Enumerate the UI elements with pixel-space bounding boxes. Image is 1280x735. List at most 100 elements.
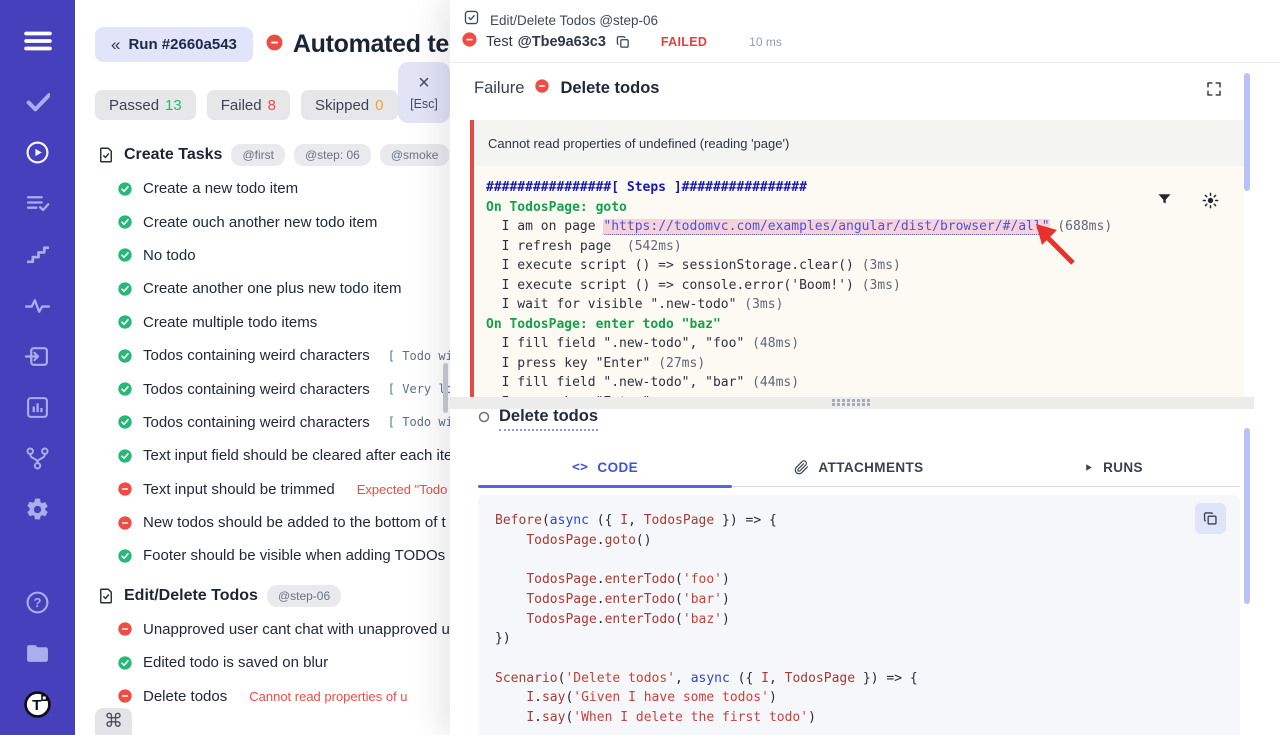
test-row[interactable]: Footer should be visible when adding TOD…	[75, 539, 450, 572]
status-passed-icon	[117, 247, 133, 263]
activity-icon[interactable]	[21, 288, 55, 322]
tab-code[interactable]: <>CODE	[478, 449, 732, 486]
close-drawer-button[interactable]: × [Esc]	[398, 62, 450, 123]
test-detail-drawer: Edit/Delete Todos @step-06 Test @Tbe9a63…	[450, 0, 1280, 735]
tab-runs[interactable]: RUNS	[986, 449, 1240, 486]
check-icon[interactable]	[21, 84, 55, 118]
copy-test-id-button[interactable]	[615, 34, 631, 50]
test-row[interactable]: Delete todosCannot read properties of u	[75, 679, 450, 712]
test-row[interactable]: Create multiple todo items	[75, 306, 450, 339]
status-passed-icon	[117, 448, 133, 464]
code-tag-icon: <>	[572, 460, 588, 475]
status-badge: FAILED	[661, 35, 707, 49]
step-line: I wait for visible ".new-todo" (3ms)	[486, 295, 1244, 315]
error-message: Cannot read properties of undefined (rea…	[488, 136, 789, 151]
stairs-icon[interactable]	[21, 237, 55, 271]
test-list: Create Tasks@first@step: 06@smoke@stoCre…	[75, 132, 450, 735]
esc-hint: [Esc]	[410, 97, 438, 111]
test-row[interactable]: Create ouch another new todo item	[75, 205, 450, 238]
test-data-note: [ Todo wit	[388, 415, 450, 429]
test-error-note: Expected "Todo wi	[357, 482, 450, 497]
test-row[interactable]: New todos should be added to the bottom …	[75, 506, 450, 539]
bar-chart-icon[interactable]	[21, 390, 55, 424]
step-line: I execute script () => console.error('Bo…	[486, 276, 1244, 296]
breadcrumb[interactable]: Edit/Delete Todos @step-06	[463, 9, 658, 31]
playlist-check-icon[interactable]	[21, 186, 55, 220]
step-url-link[interactable]: "https://todomvc.com/examples/angular/di…	[603, 219, 1049, 235]
suite-name: Edit/Delete Todos	[124, 587, 258, 605]
chevron-double-left-icon: «	[111, 35, 120, 55]
code-line: Scenario('Delete todos', async ({ I, Tod…	[495, 669, 1240, 689]
fullscreen-icon[interactable]	[1205, 80, 1223, 101]
status-passed-icon	[117, 214, 133, 230]
run-failed-icon	[265, 33, 284, 57]
test-row[interactable]: Edited todo is saved on blur	[75, 646, 450, 679]
tab-attachments[interactable]: ATTACHMENTS	[732, 449, 986, 486]
test-row[interactable]: Text input field should be cleared after…	[75, 439, 450, 472]
play-circle-icon[interactable]	[21, 135, 55, 169]
run-back-button[interactable]: « Run #2660a543	[95, 27, 253, 62]
filter-label: Failed	[221, 97, 262, 114]
filter-failed[interactable]: Failed8	[207, 90, 290, 120]
code-line: TodosPage.goto()	[495, 531, 1240, 551]
test-row[interactable]: Todos containing weird characters[ Todo …	[75, 406, 450, 439]
status-passed-icon	[117, 381, 133, 397]
menu-icon[interactable]	[21, 24, 55, 58]
tab-label: ATTACHMENTS	[818, 460, 923, 475]
test-row[interactable]: Text input should be trimmed Expected "To…	[75, 473, 450, 506]
gear-icon[interactable]	[21, 492, 55, 526]
suite-row[interactable]: Edit/Delete Todos@step-06	[97, 581, 450, 611]
app-sidebar: ?T	[0, 0, 75, 735]
logo-t-icon[interactable]: T	[21, 687, 55, 721]
command-palette-button[interactable]: ⌘	[95, 708, 132, 735]
brightness-icon[interactable]	[1201, 191, 1220, 215]
folder-icon[interactable]	[21, 636, 55, 670]
paperclip-icon	[794, 460, 809, 475]
code-line: })	[495, 629, 1240, 649]
help-circle-icon[interactable]: ?	[21, 585, 55, 619]
test-row[interactable]: No todo	[75, 239, 450, 272]
filter-icon[interactable]	[1156, 191, 1173, 215]
steps-log[interactable]: ################[ Steps ]###############…	[470, 166, 1244, 397]
page-title: Automated te	[293, 30, 449, 59]
copy-code-button[interactable]	[1195, 503, 1226, 534]
test-row[interactable]: Unapproved user cant chat with unapprove…	[75, 613, 450, 646]
test-name: Text input should be trimmed	[143, 481, 335, 498]
error-message-box: Cannot read properties of undefined (rea…	[470, 120, 1244, 166]
test-row[interactable]: Create a new todo item	[75, 172, 450, 205]
status-failed-icon	[117, 688, 133, 704]
test-label: Test	[486, 34, 513, 50]
git-branch-icon[interactable]	[21, 441, 55, 475]
test-failed-icon	[461, 31, 478, 53]
suite-doc-icon	[97, 146, 115, 164]
tab-label: RUNS	[1103, 460, 1143, 475]
result-filters: Passed13 Failed8 Skipped0	[95, 90, 398, 120]
tag-chip: @smoke	[380, 144, 450, 166]
login-icon[interactable]	[21, 339, 55, 373]
steps-scrollbar[interactable]	[1244, 73, 1250, 191]
step-line: On TodosPage: enter todo "baz"	[486, 315, 1244, 335]
duration-label: 10 ms	[749, 35, 782, 49]
step-line: I am on page "https://todomvc.com/exampl…	[486, 217, 1244, 237]
filter-skipped[interactable]: Skipped0	[301, 90, 398, 120]
suite-doc-icon	[463, 9, 480, 31]
test-row[interactable]: Todos containing weird characters[ Todo …	[75, 339, 450, 372]
app-window: ?T « Run #2660a543 Automated te Passed13…	[0, 0, 1280, 735]
filter-label: Passed	[109, 97, 159, 114]
test-row[interactable]: Todos containing weird characters[ Very …	[75, 372, 450, 405]
detail-header: Edit/Delete Todos @step-06 Test @Tbe9a63…	[450, 0, 1280, 63]
filter-passed[interactable]: Passed13	[95, 90, 196, 120]
detail-scrollbar[interactable]	[1244, 428, 1250, 604]
test-row[interactable]: Create another one plus new todo item	[75, 272, 450, 305]
svg-text:?: ?	[34, 595, 42, 610]
status-passed-icon	[117, 655, 133, 671]
step-line: ################[ Steps ]###############…	[486, 178, 1244, 198]
scenario-title[interactable]: Delete todos	[499, 407, 598, 431]
code-line	[495, 550, 1240, 570]
status-failed-icon	[117, 621, 133, 637]
suite-row[interactable]: Create Tasks@first@step: 06@smoke@sto	[97, 140, 450, 170]
failure-label: Failure	[474, 79, 524, 98]
steps-toolbar	[1156, 191, 1220, 215]
run-label: Run #2660a543	[128, 36, 236, 53]
left-panel-scrollbar[interactable]	[443, 363, 448, 413]
